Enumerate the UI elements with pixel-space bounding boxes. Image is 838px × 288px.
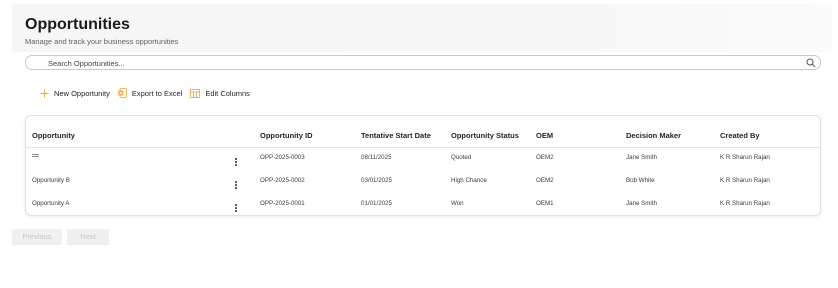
- search-bar: [25, 55, 821, 70]
- row-menu-icon[interactable]: [234, 204, 238, 214]
- cell-created-by: K R Sharun Rajan: [720, 177, 770, 184]
- table-row[interactable]: OPP-2025-0003 08/11/2025 Quoted OEM2 Jan…: [26, 149, 820, 172]
- cell-status: Won: [451, 200, 464, 207]
- table-header: Opportunity Opportunity ID Tentative Sta…: [26, 116, 820, 148]
- cell-opportunity: Opportunity A: [32, 200, 70, 207]
- edit-columns-label: Edit Columns: [205, 88, 250, 98]
- edit-columns-icon: [190, 88, 201, 98]
- cell-oem: OEM2: [536, 177, 554, 184]
- cell-start-date: 08/11/2025: [361, 154, 392, 161]
- page-title: Opportunities: [25, 16, 130, 33]
- column-header-opportunity[interactable]: Opportunity: [32, 131, 75, 140]
- cell-opportunity-id: OPP-2025-0001: [260, 200, 305, 207]
- cell-opportunity: Opportunity B: [32, 177, 70, 184]
- opportunities-table: Opportunity Opportunity ID Tentative Sta…: [25, 115, 821, 216]
- edit-columns-button[interactable]: Edit Columns: [190, 89, 250, 98]
- column-header-created-by[interactable]: Created By: [720, 131, 760, 140]
- row-handle-icon[interactable]: [32, 154, 39, 158]
- cell-oem: OEM1: [536, 200, 554, 207]
- cell-status: Quoted: [451, 154, 472, 161]
- export-excel-button[interactable]: Export to Excel: [118, 88, 182, 98]
- cell-oem: OEM2: [536, 154, 554, 161]
- cell-decision-maker: Jane Smith: [626, 200, 657, 207]
- column-header-status[interactable]: Opportunity Status: [451, 131, 519, 140]
- new-opportunity-label: New Opportunity: [54, 88, 110, 98]
- cell-start-date: 01/01/2025: [361, 200, 392, 207]
- cell-opportunity-id: OPP-2025-0002: [260, 177, 305, 184]
- next-page-button[interactable]: Next: [67, 229, 109, 245]
- export-excel-label: Export to Excel: [131, 88, 183, 98]
- column-header-start-date[interactable]: Tentative Start Date: [361, 131, 431, 140]
- table-row[interactable]: Opportunity A OPP-2025-0001 01/01/2025 W…: [26, 195, 820, 218]
- search-icon[interactable]: [806, 58, 816, 68]
- new-opportunity-button[interactable]: New Opportunity: [40, 89, 110, 98]
- column-header-decision-maker[interactable]: Decision Maker: [626, 131, 681, 140]
- cell-start-date: 03/01/2025: [361, 177, 392, 184]
- plus-icon: [40, 89, 49, 97]
- table-row[interactable]: Opportunity B OPP-2025-0002 03/01/2025 H…: [26, 172, 820, 195]
- column-header-opportunity-id[interactable]: Opportunity ID: [260, 131, 313, 140]
- search-input[interactable]: [48, 57, 788, 69]
- cell-decision-maker: Jane Smith: [626, 154, 657, 161]
- row-menu-icon[interactable]: [234, 158, 238, 168]
- row-menu-icon[interactable]: [234, 181, 238, 191]
- cell-status: High Chance: [451, 177, 487, 184]
- cell-opportunity-id: OPP-2025-0003: [260, 154, 305, 161]
- previous-page-button[interactable]: Previous: [12, 229, 62, 245]
- cell-decision-maker: Bob White: [626, 177, 655, 184]
- cell-created-by: K R Sharun Rajan: [720, 154, 770, 161]
- excel-icon: [118, 88, 127, 98]
- toolbar: New Opportunity Export to Excel Edit Col…: [40, 87, 258, 99]
- column-header-oem[interactable]: OEM: [536, 131, 553, 140]
- cell-created-by: K R Sharun Rajan: [720, 200, 770, 207]
- page-subtitle: Manage and track your business opportuni…: [25, 37, 179, 46]
